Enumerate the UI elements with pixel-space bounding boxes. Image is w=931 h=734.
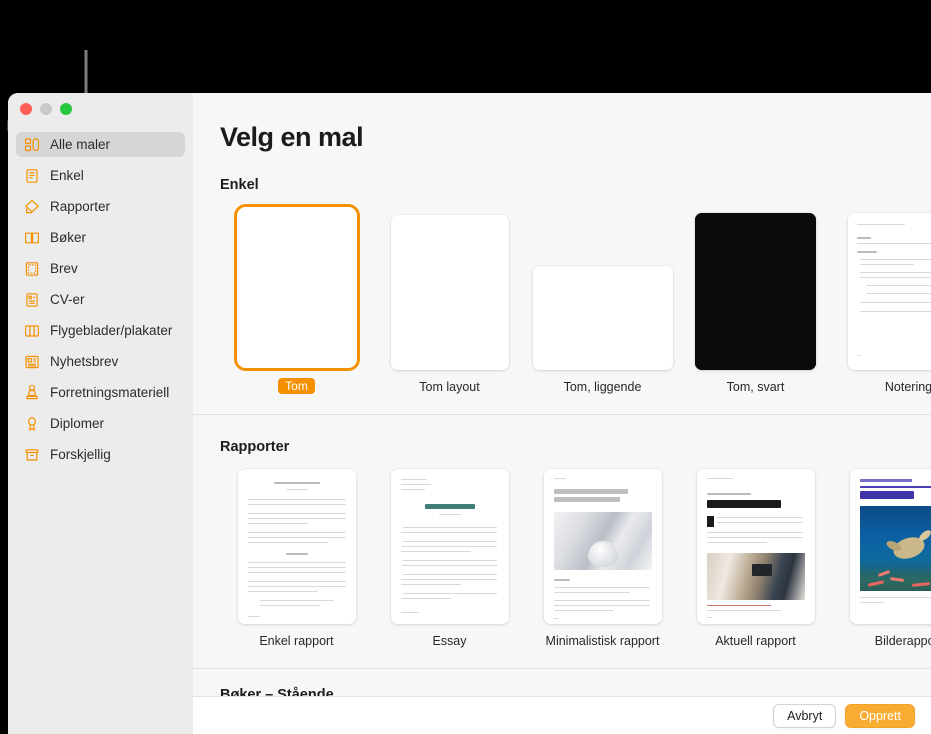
- sidebar-item-enkel[interactable]: Enkel: [16, 163, 185, 188]
- template-scroll-area[interactable]: Velg en mal Enkel Tom Tom layout Tom, li…: [193, 93, 931, 696]
- template-label: Tom layout: [419, 380, 480, 394]
- sidebar-item-label: Forskjellig: [50, 447, 111, 462]
- section-divider: [193, 668, 931, 669]
- newsletter-icon: [25, 355, 39, 368]
- sidebar-item-forskjellig[interactable]: Forskjellig: [16, 442, 185, 467]
- page-title: Velg en mal: [220, 122, 364, 152]
- template-card-aktuell-rapport[interactable]: Aktuell rapport: [679, 469, 832, 648]
- template-label: Tom: [278, 378, 315, 394]
- sidebar-item-label: Forretningsmateriell: [50, 385, 170, 400]
- sidebar-item-label: Bøker: [50, 230, 87, 245]
- template-row-rapporter: Enkel rapport Essay Minimalistisk rappor…: [193, 469, 931, 648]
- template-card-notering[interactable]: Notering: [832, 213, 931, 394]
- all-templates-icon: [24, 137, 40, 151]
- template-label: Bilderapport: [874, 634, 931, 648]
- template-card-essay[interactable]: Essay: [373, 469, 526, 648]
- report-icon: [24, 199, 40, 213]
- template-card-enkel-rapport[interactable]: Enkel rapport: [220, 469, 373, 648]
- sidebar-item-rapporter[interactable]: Rapporter: [16, 194, 185, 219]
- template-card-tom-liggende[interactable]: Tom, liggende: [526, 266, 679, 394]
- bottom-action-bar: Avbryt Opprett: [193, 696, 931, 734]
- sidebar-item-nyhetsbrev[interactable]: Nyhetsbrev: [16, 349, 185, 374]
- document-icon: [26, 168, 38, 183]
- sidebar: Alle maler Enkel Rapporter Bøker Brev CV…: [8, 93, 193, 734]
- template-thumbnail[interactable]: [390, 215, 509, 370]
- template-card-bilderapport[interactable]: Bilderapport: [832, 469, 931, 648]
- template-thumbnail[interactable]: [543, 469, 662, 624]
- template-label: Tom, liggende: [563, 380, 642, 394]
- sidebar-item-forretningsmateriell[interactable]: Forretningsmateriell: [16, 380, 185, 405]
- section-heading-enkel: Enkel: [220, 177, 259, 193]
- misc-box-icon: [25, 448, 39, 461]
- sidebar-category-list: Alle maler Enkel Rapporter Bøker Brev CV…: [8, 132, 193, 473]
- template-card-minimalistisk-rapport[interactable]: Minimalistisk rapport: [526, 469, 679, 648]
- template-thumbnail[interactable]: [233, 204, 360, 371]
- flyer-icon: [25, 324, 40, 337]
- section-heading-rapporter: Rapporter: [220, 439, 290, 455]
- template-label: Enkel rapport: [259, 634, 334, 648]
- template-card-tom[interactable]: Tom: [220, 204, 373, 394]
- close-button[interactable]: [20, 103, 32, 115]
- sidebar-item-cv-er[interactable]: CV-er: [16, 287, 185, 312]
- sidebar-item-label: Diplomer: [50, 416, 105, 431]
- template-thumbnail[interactable]: [695, 213, 816, 370]
- sidebar-item-brev[interactable]: Brev: [16, 256, 185, 281]
- template-thumbnail[interactable]: [849, 469, 931, 624]
- template-label: Essay: [432, 634, 467, 648]
- template-chooser-window: Alle maler Enkel Rapporter Bøker Brev CV…: [8, 93, 931, 734]
- template-thumbnail[interactable]: [532, 266, 673, 370]
- cancel-button[interactable]: Avbryt: [773, 703, 837, 728]
- section-boker-staende: Bøker – Stående Innholdet kan ombrekkes …: [193, 687, 931, 696]
- template-label: Aktuell rapport: [715, 634, 796, 648]
- sidebar-item-label: Alle maler: [50, 137, 111, 152]
- minimize-button[interactable]: [40, 103, 52, 115]
- sidebar-item-label: Nyhetsbrev: [50, 354, 119, 369]
- certificate-icon: [28, 416, 36, 431]
- sidebar-item-label: Flygeblader/plakater: [50, 323, 173, 338]
- sidebar-item-label: Brev: [50, 261, 78, 276]
- create-button[interactable]: Opprett: [845, 703, 915, 728]
- sidebar-item-flygeblader-plakater[interactable]: Flygeblader/plakater: [16, 318, 185, 343]
- zoom-button[interactable]: [60, 103, 72, 115]
- sidebar-item-label: Rapporter: [50, 199, 111, 214]
- section-heading-boker-staende: Bøker – Stående: [220, 687, 334, 696]
- template-thumbnail[interactable]: [696, 469, 815, 624]
- sidebar-item-boker[interactable]: Bøker: [16, 225, 185, 250]
- template-label: Minimalistisk rapport: [545, 634, 660, 648]
- template-thumbnail[interactable]: [237, 469, 356, 624]
- book-icon: [25, 232, 39, 243]
- template-thumbnail[interactable]: [390, 469, 509, 624]
- template-label: Tom, svart: [726, 380, 785, 394]
- sidebar-item-diplomer[interactable]: Diplomer: [16, 411, 185, 436]
- window-traffic-lights: [20, 103, 72, 115]
- letter-icon: [25, 261, 39, 276]
- template-card-tom-layout[interactable]: Tom layout: [373, 215, 526, 394]
- template-thumbnail[interactable]: [848, 213, 931, 370]
- sidebar-item-label: CV-er: [50, 292, 85, 307]
- main-content: Velg en mal Enkel Tom Tom layout Tom, li…: [193, 93, 931, 734]
- resume-icon: [26, 292, 38, 307]
- template-label: Notering: [884, 380, 931, 394]
- business-stamp-icon: [26, 384, 38, 399]
- template-row-enkel: Tom Tom layout Tom, liggende Tom, svart …: [193, 204, 931, 394]
- section-divider: [193, 414, 931, 415]
- sidebar-item-alle-maler[interactable]: Alle maler: [16, 132, 185, 157]
- template-card-tom-svart[interactable]: Tom, svart: [679, 213, 832, 394]
- sidebar-item-label: Enkel: [50, 168, 84, 183]
